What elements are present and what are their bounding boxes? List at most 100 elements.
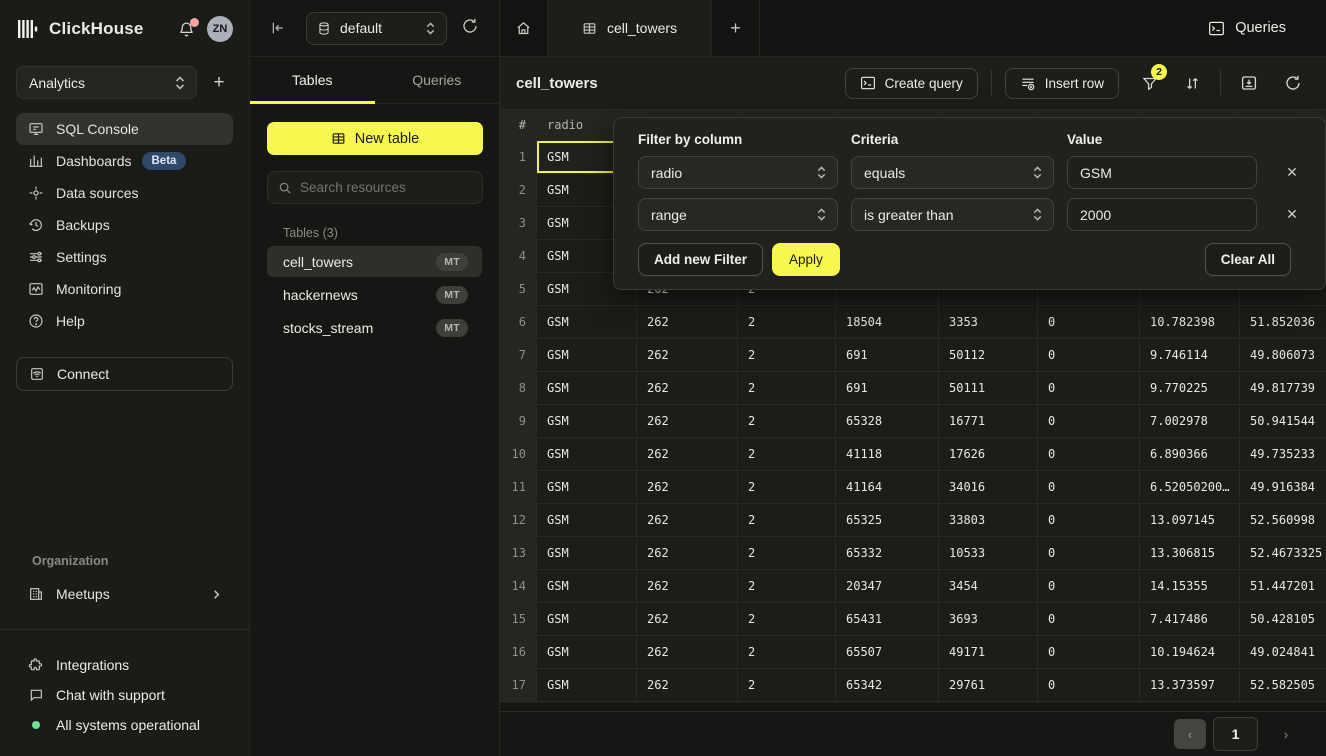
table-cell[interactable]: 49.735233 [1240, 438, 1326, 471]
table-cell[interactable]: 0 [1038, 339, 1140, 372]
table-cell[interactable]: 49.916384 [1240, 471, 1326, 504]
table-cell[interactable]: GSM [537, 471, 637, 504]
table-cell[interactable]: GSM [537, 504, 637, 537]
table-cell[interactable]: 0 [1038, 405, 1140, 438]
table-cell[interactable]: 49171 [939, 636, 1038, 669]
table-cell[interactable]: 2 [738, 471, 836, 504]
table-list-item-stocks-stream[interactable]: stocks_stream MT [267, 312, 482, 343]
table-cell[interactable]: 262 [637, 306, 738, 339]
table-cell[interactable]: 6.52050200… [1140, 471, 1240, 504]
home-tab[interactable] [500, 0, 548, 56]
filter-criteria-select[interactable]: is greater than [851, 198, 1054, 231]
table-cell[interactable]: 0 [1038, 504, 1140, 537]
table-cell[interactable]: 2 [738, 405, 836, 438]
table-cell[interactable]: 2 [738, 636, 836, 669]
table-cell[interactable]: 2 [738, 504, 836, 537]
table-cell[interactable]: 2 [738, 372, 836, 405]
filter-column-select[interactable]: range [638, 198, 838, 231]
tab-cell-towers[interactable]: cell_towers [548, 0, 712, 56]
table-cell[interactable]: 16771 [939, 405, 1038, 438]
table-cell[interactable]: 13.306815 [1140, 537, 1240, 570]
table-list-item-cell-towers[interactable]: cell_towers MT [267, 246, 482, 277]
table-cell[interactable]: 2 [738, 339, 836, 372]
new-tab-button[interactable]: + [712, 0, 760, 56]
table-cell[interactable]: 49.817739 [1240, 372, 1326, 405]
table-cell[interactable]: 0 [1038, 438, 1140, 471]
table-list-item-hackernews[interactable]: hackernews MT [267, 279, 482, 310]
table-cell[interactable]: 50112 [939, 339, 1038, 372]
table-cell[interactable]: 262 [637, 504, 738, 537]
table-cell[interactable]: 691 [836, 372, 939, 405]
table-cell[interactable]: 41164 [836, 471, 939, 504]
tab-tables[interactable]: Tables [250, 57, 375, 103]
table-cell[interactable]: 65328 [836, 405, 939, 438]
table-cell[interactable]: 262 [637, 372, 738, 405]
table-cell[interactable]: 262 [637, 603, 738, 636]
table-cell[interactable]: 65431 [836, 603, 939, 636]
table-cell[interactable]: 33803 [939, 504, 1038, 537]
table-cell[interactable]: 51.447201 [1240, 570, 1326, 603]
table-cell[interactable]: 262 [637, 537, 738, 570]
table-cell[interactable]: 0 [1038, 669, 1140, 702]
workspace-select[interactable]: Analytics [16, 66, 197, 99]
tab-queries[interactable]: Queries [375, 57, 500, 103]
table-cell[interactable]: 262 [637, 570, 738, 603]
table-cell[interactable]: 34016 [939, 471, 1038, 504]
sidebar-item-chat-support[interactable]: Chat with support [16, 680, 234, 710]
table-cell[interactable]: 0 [1038, 537, 1140, 570]
table-cell[interactable]: GSM [537, 636, 637, 669]
table-cell[interactable]: 2 [738, 438, 836, 471]
sidebar-item-monitoring[interactable]: Monitoring [16, 273, 233, 305]
table-cell[interactable]: 2 [738, 570, 836, 603]
table-cell[interactable]: 50.941544 [1240, 405, 1326, 438]
table-cell[interactable]: 50.428105 [1240, 603, 1326, 636]
table-cell[interactable]: 262 [637, 669, 738, 702]
table-cell[interactable]: 691 [836, 339, 939, 372]
table-cell[interactable]: 6.890366 [1140, 438, 1240, 471]
table-cell[interactable]: 52.582505 [1240, 669, 1326, 702]
table-cell[interactable]: 65332 [836, 537, 939, 570]
queries-button[interactable]: Queries [1208, 0, 1326, 56]
table-cell[interactable]: 0 [1038, 372, 1140, 405]
sidebar-item-settings[interactable]: Settings [16, 241, 233, 273]
table-cell[interactable]: 41118 [836, 438, 939, 471]
next-page-button[interactable]: › [1272, 719, 1300, 749]
table-cell[interactable]: 13.097145 [1140, 504, 1240, 537]
table-cell[interactable]: 0 [1038, 636, 1140, 669]
table-cell[interactable]: 18504 [836, 306, 939, 339]
table-cell[interactable]: 7.417486 [1140, 603, 1240, 636]
add-workspace-button[interactable]: + [205, 69, 233, 97]
download-button[interactable] [1234, 68, 1264, 98]
table-cell[interactable]: 9.746114 [1140, 339, 1240, 372]
table-cell[interactable]: 20347 [836, 570, 939, 603]
table-cell[interactable]: 29761 [939, 669, 1038, 702]
apply-button[interactable]: Apply [772, 243, 840, 276]
new-table-button[interactable]: New table [267, 122, 483, 155]
table-cell[interactable]: 7.002978 [1140, 405, 1240, 438]
table-cell[interactable]: 10.194624 [1140, 636, 1240, 669]
table-cell[interactable]: 10.782398 [1140, 306, 1240, 339]
table-cell[interactable]: 52.560998 [1240, 504, 1326, 537]
system-status[interactable]: All systems operational [16, 710, 234, 740]
table-cell[interactable]: 17626 [939, 438, 1038, 471]
table-cell[interactable]: 262 [637, 438, 738, 471]
table-cell[interactable]: 262 [637, 471, 738, 504]
table-cell[interactable]: 65325 [836, 504, 939, 537]
sidebar-item-help[interactable]: Help [16, 305, 233, 337]
table-cell[interactable]: GSM [537, 339, 637, 372]
table-cell[interactable]: 0 [1038, 306, 1140, 339]
collapse-sidebar-icon[interactable] [266, 16, 290, 40]
search-input[interactable] [300, 180, 460, 195]
table-cell[interactable]: 3454 [939, 570, 1038, 603]
table-cell[interactable]: 52.4673325 [1240, 537, 1326, 570]
table-cell[interactable]: GSM [537, 372, 637, 405]
table-cell[interactable]: 10533 [939, 537, 1038, 570]
connect-button[interactable]: Connect [16, 357, 233, 391]
add-filter-button[interactable]: Add new Filter [638, 243, 763, 276]
insert-row-button[interactable]: Insert row [1005, 68, 1119, 99]
avatar[interactable]: ZN [207, 16, 233, 42]
table-cell[interactable]: 262 [637, 405, 738, 438]
table-cell[interactable]: 0 [1038, 603, 1140, 636]
refresh-button[interactable] [1278, 68, 1308, 98]
table-cell[interactable]: 9.770225 [1140, 372, 1240, 405]
